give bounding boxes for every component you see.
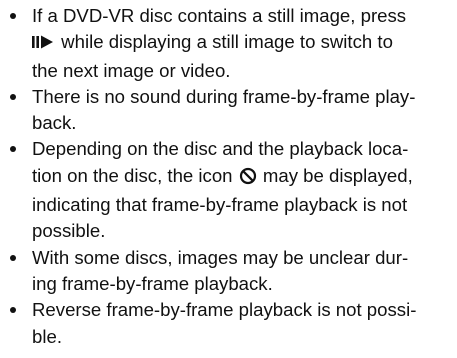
- bullet-icon: [10, 13, 16, 19]
- bullet-icon: [10, 307, 16, 314]
- note-line: With some discs, images may be unclear d…: [32, 246, 409, 268]
- note-line: the next image or video.: [32, 59, 231, 81]
- note-reverse-playback: Reverse frame-by-frame playback is not p…: [0, 297, 457, 350]
- note-line: ing frame-by-frame playback.: [32, 272, 273, 294]
- note-line: tion on the disc, the icon: [32, 164, 233, 186]
- note-unclear-images: With some discs, images may be unclear d…: [0, 245, 457, 298]
- note-line: may be displayed,: [262, 164, 413, 186]
- notes-list: If a DVD-VR disc contains a still image,…: [0, 3, 457, 350]
- note-line: If a DVD-VR disc contains a still image,…: [32, 5, 407, 26]
- note-line: Depending on the disc and the playback l…: [32, 138, 409, 160]
- prohibited-icon: [239, 166, 257, 192]
- note-line-with-icon: while displaying a still image to switch…: [32, 29, 455, 57]
- pause-play-icon: [32, 31, 54, 57]
- bullet-icon: [10, 254, 16, 261]
- note-line: while displaying a still image to switch…: [61, 31, 393, 53]
- note-line: back.: [32, 112, 77, 134]
- note-line: There is no sound during frame-by-frame …: [32, 85, 416, 107]
- bullet-icon: [10, 146, 16, 153]
- note-prohibited-icon: Depending on the disc and the playback l…: [0, 136, 457, 244]
- note-line: possible.: [32, 220, 106, 242]
- note-line: ble.: [32, 325, 62, 347]
- note-line-with-icon: tion on the disc, the icon may be displa…: [32, 163, 455, 192]
- note-no-sound: There is no sound during frame-by-frame …: [0, 84, 457, 137]
- note-line: indicating that frame-by-frame playback …: [32, 194, 408, 216]
- note-still-image: If a DVD-VR disc contains a still image,…: [0, 3, 457, 84]
- bullet-icon: [10, 93, 16, 100]
- note-line: Reverse frame-by-frame playback is not p…: [32, 299, 417, 321]
